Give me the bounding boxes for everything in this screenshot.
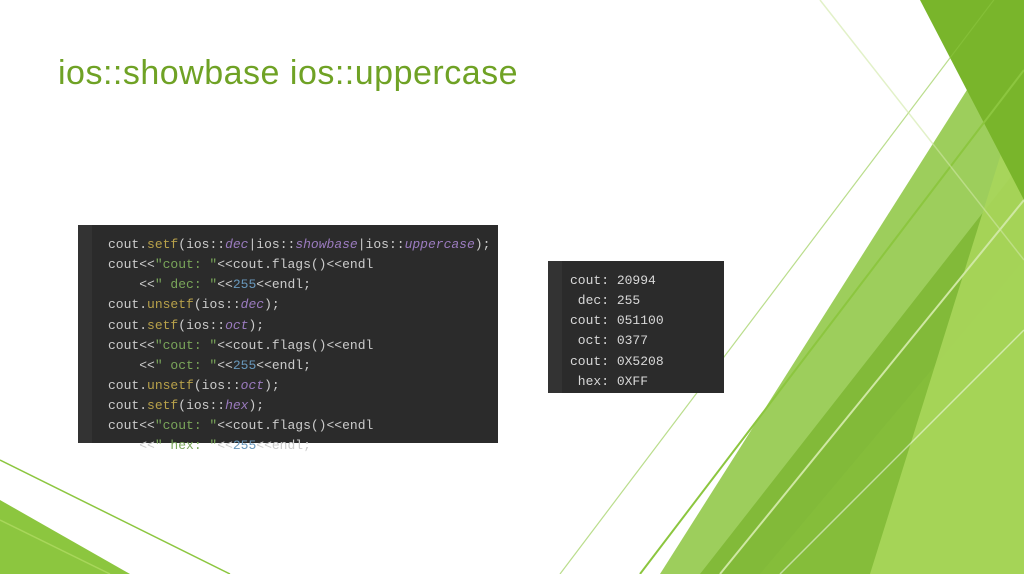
code-line: cout<<"cout: "<<cout.flags()<<endl	[108, 416, 486, 436]
output-line: cout: 051100	[570, 311, 712, 331]
output-line: cout: 20994	[570, 271, 712, 291]
output-line: cout: 0X5208	[570, 352, 712, 372]
code-line: cout.unsetf(ios::dec);	[108, 295, 486, 315]
code-block: cout.setf(ios::dec|ios::showbase|ios::up…	[78, 225, 498, 443]
code-line: <<" dec: "<<255<<endl;	[108, 275, 486, 295]
output-line: hex: 0XFF	[570, 372, 712, 392]
slide-title: ios::showbase ios::uppercase	[58, 54, 518, 93]
code-line: cout.setf(ios::oct);	[108, 316, 486, 336]
code-line: cout.unsetf(ios::oct);	[108, 376, 486, 396]
code-line: cout.setf(ios::dec|ios::showbase|ios::up…	[108, 235, 486, 255]
code-line: cout.setf(ios::hex);	[108, 396, 486, 416]
code-line: cout<<"cout: "<<cout.flags()<<endl	[108, 336, 486, 356]
slide: { "title": "ios::showbase ios::uppercase…	[0, 0, 1024, 574]
code-line: cout<<"cout: "<<cout.flags()<<endl	[108, 255, 486, 275]
code-line: <<" hex: "<<255<<endl;	[108, 436, 486, 456]
output-block: cout: 20994 dec: 255 cout: 051100 oct: 0…	[548, 261, 724, 393]
output-line: oct: 0377	[570, 331, 712, 351]
output-line: dec: 255	[570, 291, 712, 311]
code-line: <<" oct: "<<255<<endl;	[108, 356, 486, 376]
